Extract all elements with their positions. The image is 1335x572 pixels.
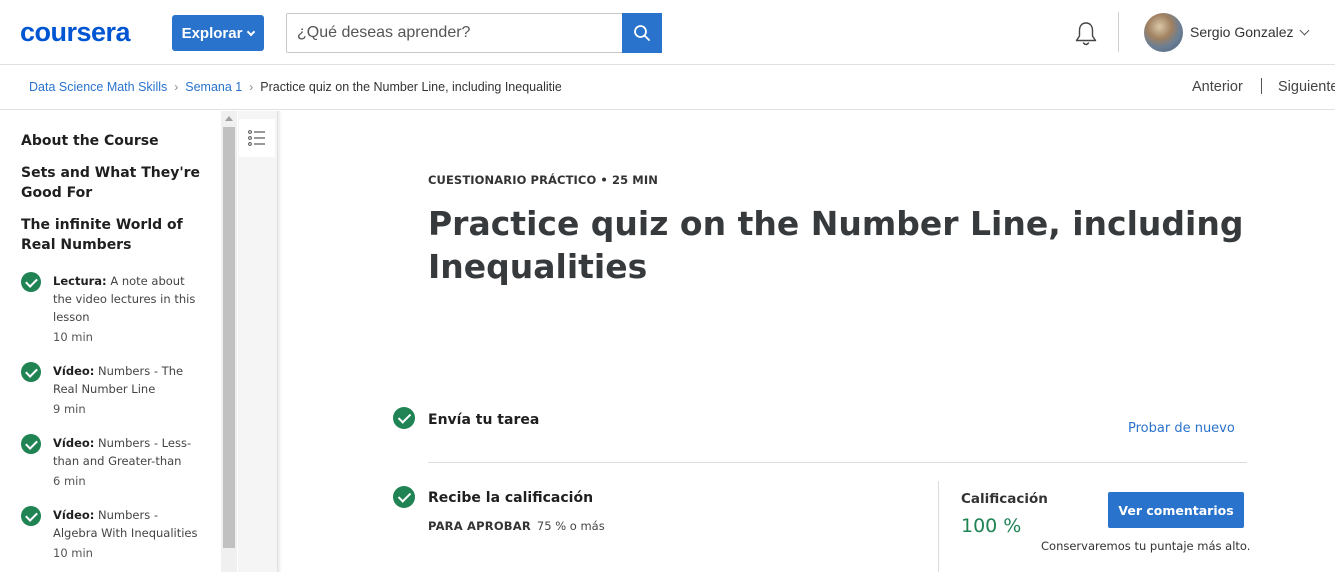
sidebar-toggle-button[interactable]: [239, 119, 275, 157]
chevron-down-icon: [247, 27, 256, 36]
lesson-duration: 6 min: [53, 474, 86, 488]
check-circle-icon: [393, 486, 415, 508]
grade-step-title: Recibe la calificación: [428, 490, 594, 506]
notifications-button[interactable]: [1072, 20, 1100, 48]
panel-shadow: [278, 111, 282, 572]
lesson-text: Vídeo: Numbers - Algebra With Inequaliti…: [53, 506, 203, 562]
scroll-up-arrow-icon[interactable]: [225, 116, 233, 121]
previous-button[interactable]: Anterior: [1192, 79, 1243, 95]
search-button[interactable]: [622, 13, 662, 53]
submit-step-title: Envía tu tarea: [428, 412, 540, 428]
sidebar-section-sets[interactable]: Sets and What They're Good For: [21, 163, 211, 203]
sidebar-section-real-numbers[interactable]: The infinite World of Real Numbers: [21, 215, 211, 255]
check-circle-icon: [21, 362, 41, 382]
avatar[interactable]: [1144, 13, 1183, 52]
top-header: coursera Explorar Sergio Gonzalez: [0, 0, 1335, 65]
scrollbar-thumb[interactable]: [223, 127, 235, 548]
section-divider: [428, 462, 1247, 463]
lesson-type: Vídeo:: [53, 364, 95, 378]
retry-link[interactable]: Probar de nuevo: [1128, 421, 1235, 436]
header-divider: [1118, 12, 1119, 52]
explore-button-label: Explorar: [181, 24, 243, 42]
user-name[interactable]: Sergio Gonzalez: [1190, 24, 1294, 40]
sidebar-scrollbar[interactable]: [221, 111, 237, 572]
check-circle-icon: [21, 506, 41, 526]
lesson-duration: 10 min: [53, 330, 93, 344]
breadcrumb-current: Practice quiz on the Number Line, includ…: [260, 80, 562, 94]
breadcrumb-bar: Data Science Math Skills › Semana 1 › Pr…: [0, 65, 1335, 110]
nav-divider: [1261, 78, 1262, 94]
list-icon: [248, 130, 265, 146]
lesson-text: Lectura: A note about the video lectures…: [53, 272, 203, 346]
search-icon: [634, 25, 650, 41]
breadcrumb: Data Science Math Skills › Semana 1 › Pr…: [29, 80, 561, 94]
lesson-type: Vídeo:: [53, 436, 95, 450]
user-menu-chevron-icon[interactable]: [1299, 25, 1310, 36]
sidebar-toggle-rail: [238, 111, 278, 572]
explore-button[interactable]: Explorar: [172, 15, 264, 51]
lesson-type: Vídeo:: [53, 508, 95, 522]
lesson-duration: 10 min: [53, 546, 93, 560]
lesson-text: Vídeo: Numbers - Less-than and Greater-t…: [53, 434, 203, 490]
grade-divider: [938, 481, 939, 572]
highest-score-note: Conservaremos tu puntaje más alto.: [1041, 539, 1251, 553]
search-bar: [286, 13, 662, 53]
check-circle-icon: [393, 407, 415, 429]
lesson-duration: 9 min: [53, 402, 86, 416]
breadcrumb-course[interactable]: Data Science Math Skills: [29, 80, 167, 94]
lesson-type: Lectura:: [53, 274, 107, 288]
view-feedback-button[interactable]: Ver comentarios: [1108, 492, 1244, 528]
breadcrumb-week[interactable]: Semana 1: [185, 80, 242, 94]
item-type-label: CUESTIONARIO PRÁCTICO • 25 MIN: [428, 173, 658, 187]
pass-requirement: PARA APROBAR 75 % o más: [428, 519, 605, 533]
next-button[interactable]: Siguiente: [1278, 79, 1335, 95]
check-circle-icon: [21, 272, 41, 292]
page-title: Practice quiz on the Number Line, includ…: [428, 204, 1244, 286]
chevron-right-icon: ›: [249, 80, 254, 94]
grade-value: 100 %: [961, 515, 1022, 537]
lesson-text: Vídeo: Numbers - The Real Number Line 9 …: [53, 362, 203, 418]
coursera-logo[interactable]: coursera: [20, 18, 131, 46]
pass-value: 75 % o más: [536, 519, 605, 533]
check-circle-icon: [21, 434, 41, 454]
pass-label: PARA APROBAR: [428, 519, 531, 533]
grade-label: Calificación: [961, 491, 1048, 507]
bell-icon: [1075, 22, 1097, 46]
course-sidebar: About the Course Sets and What They're G…: [0, 111, 221, 572]
search-input[interactable]: [287, 14, 623, 52]
chevron-right-icon: ›: [174, 80, 179, 94]
sidebar-section-about[interactable]: About the Course: [21, 131, 211, 151]
